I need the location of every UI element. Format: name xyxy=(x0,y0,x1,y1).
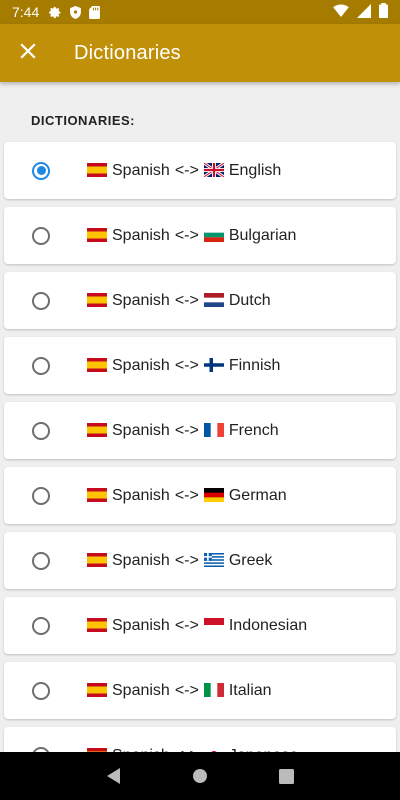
flag-fr-icon xyxy=(203,422,229,440)
gear-icon xyxy=(49,6,62,19)
from-language: Spanish xyxy=(112,421,170,439)
flag-nl-icon xyxy=(203,292,229,310)
dictionary-label: Spanish <-> English xyxy=(87,162,281,180)
radio-button[interactable] xyxy=(32,356,50,375)
separator: <-> xyxy=(174,551,199,569)
separator: <-> xyxy=(174,616,199,634)
dictionary-list: Spanish <-> English Spanish <-> Bulgarian Span… xyxy=(4,142,396,752)
from-language: Spanish xyxy=(112,551,170,569)
radio-button[interactable] xyxy=(32,681,50,700)
to-language: English xyxy=(228,161,282,179)
battery-icon xyxy=(379,3,388,21)
radio-button[interactable] xyxy=(32,291,50,310)
home-button[interactable] xyxy=(180,756,220,796)
sd-card-icon xyxy=(89,5,101,19)
to-language: Indonesian xyxy=(228,616,308,634)
to-language: French xyxy=(228,421,279,439)
flag-es-icon xyxy=(87,357,112,375)
flag-gb-icon xyxy=(203,162,229,180)
flag-gr-icon xyxy=(203,552,229,570)
shield-icon xyxy=(70,5,82,19)
app-bar: Dictionaries xyxy=(0,24,400,82)
close-icon xyxy=(20,42,36,64)
wifi-icon xyxy=(333,4,349,20)
radio-button[interactable] xyxy=(32,551,50,570)
flag-id-icon xyxy=(203,617,229,635)
separator: <-> xyxy=(174,486,199,504)
to-language: Bulgarian xyxy=(228,226,297,244)
separator: <-> xyxy=(174,356,199,374)
dictionary-list-container[interactable]: DICTIONARIES: Spanish <-> English Spanish <-… xyxy=(0,82,400,752)
dictionary-item[interactable]: Spanish <-> Bulgarian xyxy=(4,207,396,264)
dictionary-item[interactable]: Spanish <-> Indonesian xyxy=(4,597,396,654)
to-language: German xyxy=(228,486,287,504)
from-language: Spanish xyxy=(112,161,170,179)
section-header: DICTIONARIES: xyxy=(31,113,135,128)
from-language: Spanish xyxy=(112,356,170,374)
from-language: Spanish xyxy=(112,291,170,309)
dictionary-label: Spanish <-> French xyxy=(87,422,279,440)
recents-button[interactable] xyxy=(267,756,307,796)
home-icon xyxy=(192,769,207,783)
dictionary-item[interactable]: Spanish<->Japanese xyxy=(4,727,396,752)
flag-de-icon xyxy=(203,487,229,505)
dictionary-item[interactable]: Spanish <-> German xyxy=(4,467,396,524)
radio-button[interactable] xyxy=(32,226,50,245)
dictionary-item[interactable]: Spanish <-> Greek xyxy=(4,532,396,589)
radio-button[interactable] xyxy=(32,616,50,635)
to-language: Greek xyxy=(228,551,273,569)
flag-bg-icon xyxy=(203,227,229,245)
dictionary-item[interactable]: Spanish <-> Dutch xyxy=(4,272,396,329)
status-bar: 7:44 xyxy=(0,0,400,24)
to-language: Italian xyxy=(228,681,272,699)
flag-es-icon xyxy=(87,617,112,635)
back-button[interactable] xyxy=(93,756,133,796)
dictionary-label: Spanish <-> Bulgarian xyxy=(87,227,296,245)
back-icon xyxy=(107,768,121,784)
dictionary-label: Spanish <-> Indonesian xyxy=(87,617,307,635)
separator: <-> xyxy=(174,681,199,699)
dictionary-item[interactable]: Spanish <-> Italian xyxy=(4,662,396,719)
flag-es-icon xyxy=(87,487,112,505)
to-language: Dutch xyxy=(228,291,271,309)
radio-button[interactable] xyxy=(32,161,50,180)
flag-es-icon xyxy=(87,552,112,570)
dictionary-item[interactable]: Spanish <-> English xyxy=(4,142,396,199)
from-language: Spanish xyxy=(112,486,170,504)
from-language: Spanish xyxy=(112,616,170,634)
dictionary-item[interactable]: Spanish <-> Finnish xyxy=(4,337,396,394)
separator: <-> xyxy=(174,291,199,309)
dictionary-label: Spanish <-> German xyxy=(87,487,287,505)
from-language: Spanish xyxy=(112,226,170,244)
status-time: 7:44 xyxy=(12,4,40,20)
flag-it-icon xyxy=(203,682,229,700)
flag-es-icon xyxy=(87,292,112,310)
flag-fi-icon xyxy=(203,357,229,375)
flag-es-icon xyxy=(87,162,112,180)
radio-button[interactable] xyxy=(32,486,50,505)
separator: <-> xyxy=(174,161,199,179)
dictionary-label: Spanish <-> Finnish xyxy=(87,357,280,375)
flag-es-icon xyxy=(87,682,112,700)
page-title: Dictionaries xyxy=(74,41,181,64)
flag-es-icon xyxy=(87,227,112,245)
dictionary-label: Spanish <-> Italian xyxy=(87,682,272,700)
navigation-bar xyxy=(0,752,400,800)
recents-icon xyxy=(279,768,295,784)
dictionary-label: Spanish <-> Dutch xyxy=(87,292,271,310)
close-button[interactable] xyxy=(0,24,56,82)
dictionary-item[interactable]: Spanish <-> French xyxy=(4,402,396,459)
separator: <-> xyxy=(174,421,199,439)
flag-es-icon xyxy=(87,422,112,440)
from-language: Spanish xyxy=(112,681,170,699)
separator: <-> xyxy=(174,226,199,244)
to-language: Finnish xyxy=(228,356,281,374)
radio-button[interactable] xyxy=(32,421,50,440)
signal-icon xyxy=(357,3,371,21)
dictionary-label: Spanish <-> Greek xyxy=(87,552,272,570)
